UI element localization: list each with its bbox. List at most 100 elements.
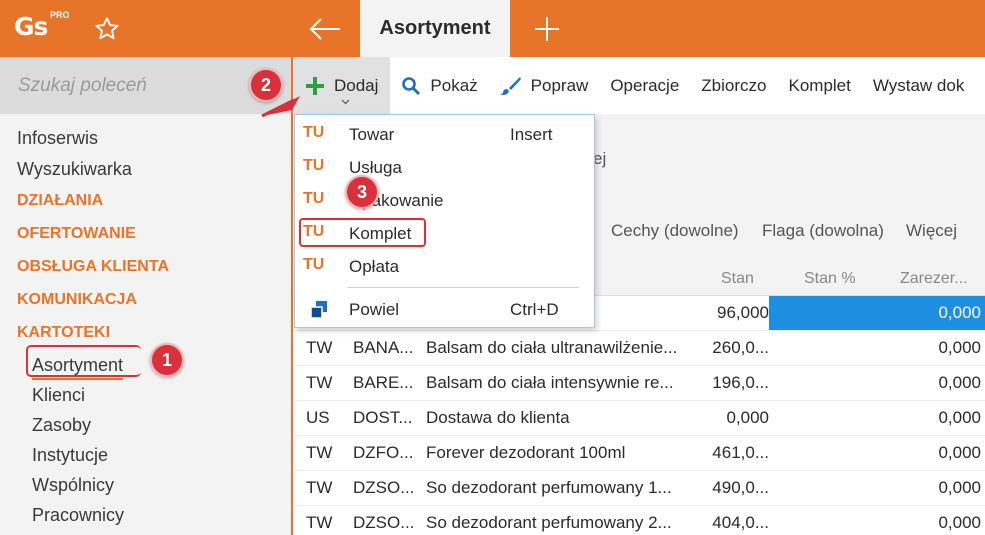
- menu-item-usluga[interactable]: TU Usługa: [295, 152, 594, 185]
- menu-item-label: Opłata: [349, 257, 400, 276]
- cell-stock: 461,0...: [712, 443, 769, 462]
- menu-item-label: Powiel: [349, 300, 400, 319]
- table-row[interactable]: TW DZSO... So dezodorant perfumowany 1..…: [293, 471, 985, 506]
- sidebar-item-wspolnicy[interactable]: Wspólnicy: [0, 470, 293, 500]
- tab-label: Asortyment: [379, 17, 491, 39]
- logo: Gs PRO: [0, 0, 72, 57]
- cell-stock: 96,000: [703, 296, 769, 330]
- sidebar-category-ofertowanie[interactable]: OFERTOWANIE: [0, 218, 293, 251]
- sidebar-nav: Infoserwis Wyszukiwarka DZIAŁANIA OFERTO…: [0, 123, 293, 530]
- column-stock-percent[interactable]: Stan %: [804, 263, 856, 296]
- asortyment-highlight-box: [26, 345, 141, 377]
- sidebar-item-wyszukiwarka[interactable]: Wyszukiwarka: [0, 154, 293, 185]
- sidebar-category-dzialania[interactable]: DZIAŁANIA: [0, 185, 293, 218]
- search-icon: [402, 76, 421, 95]
- cell-code: DOST...: [353, 408, 413, 427]
- cell-name: Balsam do ciała intensywnie re...: [426, 373, 674, 392]
- app-window: Gs PRO Asortyment Infoserwis Wyszukiwark…: [0, 0, 985, 535]
- operations-button[interactable]: Operacje: [599, 57, 690, 114]
- more-filters-button[interactable]: Więcej: [906, 221, 957, 241]
- star-icon: [95, 16, 119, 39]
- cell-code: BANA...: [353, 338, 414, 357]
- cell-stock: 404,0...: [712, 513, 769, 532]
- cell-code: DZSO...: [353, 513, 415, 532]
- add-button-label: Dodaj: [334, 75, 379, 95]
- menu-separator: [347, 287, 579, 288]
- cell-name: Forever dezodorant 100ml: [426, 443, 626, 462]
- table-row[interactable]: TW DZSO... So dezodorant perfumowany 2..…: [293, 506, 985, 535]
- sidebar: Infoserwis Wyszukiwarka DZIAŁANIA OFERTO…: [0, 57, 293, 535]
- cell-type: US: [306, 408, 330, 427]
- back-button[interactable]: [290, 0, 360, 57]
- show-button[interactable]: Pokaż: [390, 57, 488, 114]
- issue-document-button[interactable]: Wystaw dok: [862, 57, 975, 114]
- cell-reserved: 0,000: [938, 303, 981, 322]
- table-row[interactable]: TW BARE... Balsam do ciała intensywnie r…: [293, 366, 985, 401]
- add-button[interactable]: Dodaj: [293, 57, 391, 114]
- cell-type: TW: [306, 373, 333, 392]
- flag-filter[interactable]: Flaga (dowolna): [762, 221, 884, 241]
- callout-1: 1: [150, 343, 184, 377]
- sidebar-item-klienci[interactable]: Klienci: [0, 380, 293, 410]
- cell-stock: 490,0...: [712, 478, 769, 497]
- cell-code: DZFO...: [353, 443, 414, 462]
- menu-item-shortcut: Ctrl+D: [510, 300, 559, 319]
- tab-asortyment[interactable]: Asortyment: [360, 0, 510, 57]
- menu-item-powiel[interactable]: Powiel Ctrl+D: [295, 294, 594, 327]
- column-reserved[interactable]: Zarezer...: [900, 263, 968, 296]
- sidebar-category-obsluga-klienta[interactable]: OBSŁUGA KLIENTA: [0, 251, 293, 284]
- features-filter[interactable]: Cechy (dowolne): [611, 221, 739, 241]
- logo-badge: PRO: [50, 10, 70, 20]
- bulk-button[interactable]: Zbiorczo: [690, 57, 777, 114]
- cell-reserved: 0,000: [938, 373, 981, 392]
- komplet-highlight-box: [299, 218, 426, 247]
- cell-type: TW: [306, 338, 333, 357]
- cell-stock: 260,0...: [712, 338, 769, 357]
- callout-2: 2: [249, 68, 283, 102]
- logo-text: Gs: [14, 12, 48, 41]
- table-row[interactable]: US DOST... Dostawa do klienta 0,000 0,00…: [293, 401, 985, 436]
- cell-code: BARE...: [353, 373, 414, 392]
- new-tab-button[interactable]: [510, 0, 584, 57]
- kit-button[interactable]: Komplet: [777, 57, 861, 114]
- sidebar-category-komunikacja[interactable]: KOMUNIKACJA: [0, 284, 293, 317]
- cell-stock: 0,000: [726, 408, 769, 427]
- table-row[interactable]: TW DZFO... Forever dezodorant 100ml 461,…: [293, 436, 985, 471]
- cell-name: Dostawa do klienta: [426, 408, 570, 427]
- cell-reserved: 0,000: [938, 478, 981, 497]
- cell-name: So dezodorant perfumowany 1...: [426, 478, 672, 497]
- duplicate-icon: [310, 301, 327, 319]
- edit-button[interactable]: Popraw: [489, 57, 600, 114]
- menu-item-opakowanie[interactable]: TU Opakowanie: [295, 185, 594, 218]
- add-dropdown-menu: TU Towar Insert TU Usługa TU Opakowanie …: [294, 114, 595, 328]
- edit-button-label: Popraw: [530, 75, 589, 95]
- sidebar-item-instytucje[interactable]: Instytucje: [0, 440, 293, 470]
- plus-icon: [306, 76, 324, 95]
- menu-item-oplata[interactable]: TU Opłata: [295, 251, 594, 284]
- tu-icon: TU: [303, 256, 325, 273]
- cell-name: So dezodorant perfumowany 2...: [426, 513, 672, 532]
- table-row[interactable]: TW BANA... Balsam do ciała ultranawilżen…: [293, 331, 985, 366]
- sidebar-item-zasoby[interactable]: Zasoby: [0, 410, 293, 440]
- toolbar: Dodaj Pokaż Popraw Operacje Zbiorczo Kom…: [293, 57, 985, 114]
- menu-item-towar[interactable]: TU Towar Insert: [295, 119, 594, 152]
- sidebar-item-infoserwis[interactable]: Infoserwis: [0, 123, 293, 154]
- callout-3: 3: [345, 175, 379, 209]
- cell-reserved: 0,000: [938, 513, 981, 532]
- cell-type: TW: [306, 443, 333, 462]
- cell-type: TW: [306, 478, 333, 497]
- cell-reserved: 0,000: [938, 443, 981, 462]
- sidebar-item-pracownicy[interactable]: Pracownicy: [0, 500, 293, 530]
- tu-icon: TU: [303, 190, 325, 207]
- column-stock[interactable]: Stan: [721, 263, 754, 296]
- cell-reserved: 0,000: [938, 408, 981, 427]
- arrow-left-icon: [309, 17, 340, 40]
- plus-icon: [535, 16, 559, 41]
- cell-type: TW: [306, 513, 333, 532]
- tu-icon: TU: [303, 124, 325, 141]
- favorite-button[interactable]: [72, 0, 142, 57]
- menu-item-label: Towar: [349, 125, 395, 144]
- cell-reserved: 0,000: [938, 338, 981, 357]
- cell-stock: 196,0...: [712, 373, 769, 392]
- show-button-label: Pokaż: [430, 75, 478, 95]
